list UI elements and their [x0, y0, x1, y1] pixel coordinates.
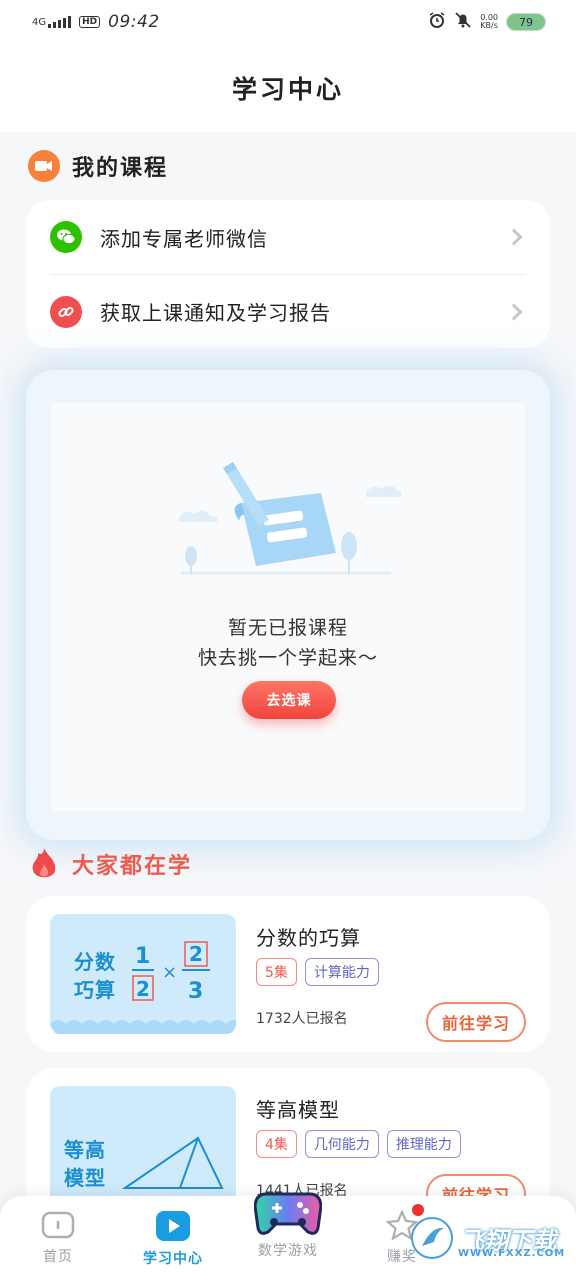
battery-level: 79: [519, 15, 533, 29]
empty-scroll-illustration: [179, 462, 401, 575]
status-right: 0.00 KB/s 79: [428, 11, 546, 33]
wechat-icon: [50, 221, 82, 253]
network-type: 4G: [32, 17, 47, 28]
status-bar: 4G HD 09:42 0.00 KB/s 79: [0, 0, 576, 44]
chevron-right-icon: [505, 228, 523, 246]
row-label: 添加专属老师微信: [100, 226, 268, 251]
popular-heading: 大家都在学: [28, 846, 192, 882]
thumb-title-line: 等高 模型: [64, 1138, 106, 1190]
teacher-links-card: 添加专属老师微信 获取上课通知及学习报告: [26, 200, 550, 348]
nav-item-home[interactable]: 首页: [18, 1210, 98, 1266]
empty-courses-container: 暂无已报课程 快去挑一个学起来～ 去选课: [26, 370, 550, 840]
choose-course-button[interactable]: 去选课: [242, 681, 336, 719]
gamepad-icon: [248, 1184, 328, 1238]
speed-unit: KB/s: [480, 21, 498, 30]
nav-item-study-center[interactable]: 学习中心: [133, 1210, 213, 1268]
course-thumbnail: 等高 模型: [50, 1086, 236, 1206]
add-teacher-wechat-row[interactable]: 添加专属老师微信: [50, 200, 526, 274]
play-icon: [133, 1210, 213, 1242]
my-courses-heading: 我的课程: [28, 150, 168, 182]
course-card[interactable]: 分数 巧算 1 2 × 2 3 分数的巧算 5集 计算能力 1732人已报名 前往…: [26, 896, 550, 1052]
svg-text:×: ×: [162, 962, 177, 983]
svg-text:2: 2: [136, 977, 150, 1001]
course-tags: 5集 计算能力: [256, 958, 379, 986]
nav-label: 首页: [43, 1249, 73, 1265]
fraction-illustration: 1 2 × 2 3: [132, 941, 210, 1004]
section-title: 我的课程: [72, 156, 169, 181]
wave-decoration: [50, 1020, 236, 1034]
page-title: 学习中心: [231, 75, 344, 104]
header: 学习中心: [0, 44, 576, 132]
empty-line-1: 暂无已报课程: [227, 617, 348, 639]
empty-courses-panel: 暂无已报课程 快去挑一个学起来～ 去选课: [51, 403, 525, 811]
svg-text:2: 2: [189, 942, 203, 966]
watermark-logo-icon: [411, 1217, 453, 1259]
course-name: 等高模型: [256, 1098, 340, 1122]
nav-label: 学习中心: [143, 1251, 203, 1267]
link-icon: [50, 295, 82, 328]
alarm-icon: [428, 11, 446, 33]
nav-item-math-games[interactable]: 数学游戏: [248, 1184, 328, 1260]
network-indicator: 4G: [32, 16, 72, 28]
chevron-right-icon: [505, 303, 523, 320]
section-title: 大家都在学: [72, 854, 193, 879]
triangle-illustration: [121, 1136, 224, 1189]
enroll-count: 1732人已报名: [256, 1011, 348, 1027]
empty-line-2: 快去挑一个学起来～: [197, 647, 378, 669]
course-thumbnail: 分数 巧算 1 2 × 2 3: [50, 914, 236, 1034]
course-name: 分数的巧算: [256, 926, 361, 950]
skill-tag: 推理能力: [386, 1130, 461, 1158]
course-tags: 4集 几何能力 推理能力: [256, 1130, 461, 1158]
thumb-title-line: 分数 巧算: [74, 950, 116, 1002]
fire-icon: [28, 846, 60, 882]
go-study-button[interactable]: 前往学习: [426, 1002, 526, 1042]
episode-tag: 5集: [256, 958, 297, 986]
signal-icon: [48, 16, 72, 28]
watermark-url: WWW.FXXZ.COM: [458, 1248, 566, 1259]
status-time: 09:42: [108, 12, 160, 32]
notification-dot: [412, 1204, 424, 1216]
battery-icon: 79: [506, 13, 546, 31]
hd-badge: HD: [79, 16, 101, 28]
watermark: 飞翔下载 WWW.FXXZ.COM: [410, 1216, 564, 1260]
skill-tag: 几何能力: [304, 1130, 379, 1158]
row-label: 获取上课通知及学习报告: [100, 301, 331, 325]
svg-text:1: 1: [135, 944, 150, 969]
network-speed: 0.00 KB/s: [480, 14, 498, 30]
mute-icon: [454, 11, 472, 33]
course-notice-row[interactable]: 获取上课通知及学习报告: [50, 274, 526, 348]
video-icon: [28, 150, 60, 182]
status-left: 4G HD 09:42: [32, 12, 160, 32]
nav-label: 数学游戏: [258, 1243, 318, 1259]
svg-text:3: 3: [188, 979, 203, 1004]
book-icon: [18, 1210, 98, 1240]
skill-tag: 计算能力: [304, 958, 379, 986]
episode-tag: 4集: [256, 1130, 297, 1158]
